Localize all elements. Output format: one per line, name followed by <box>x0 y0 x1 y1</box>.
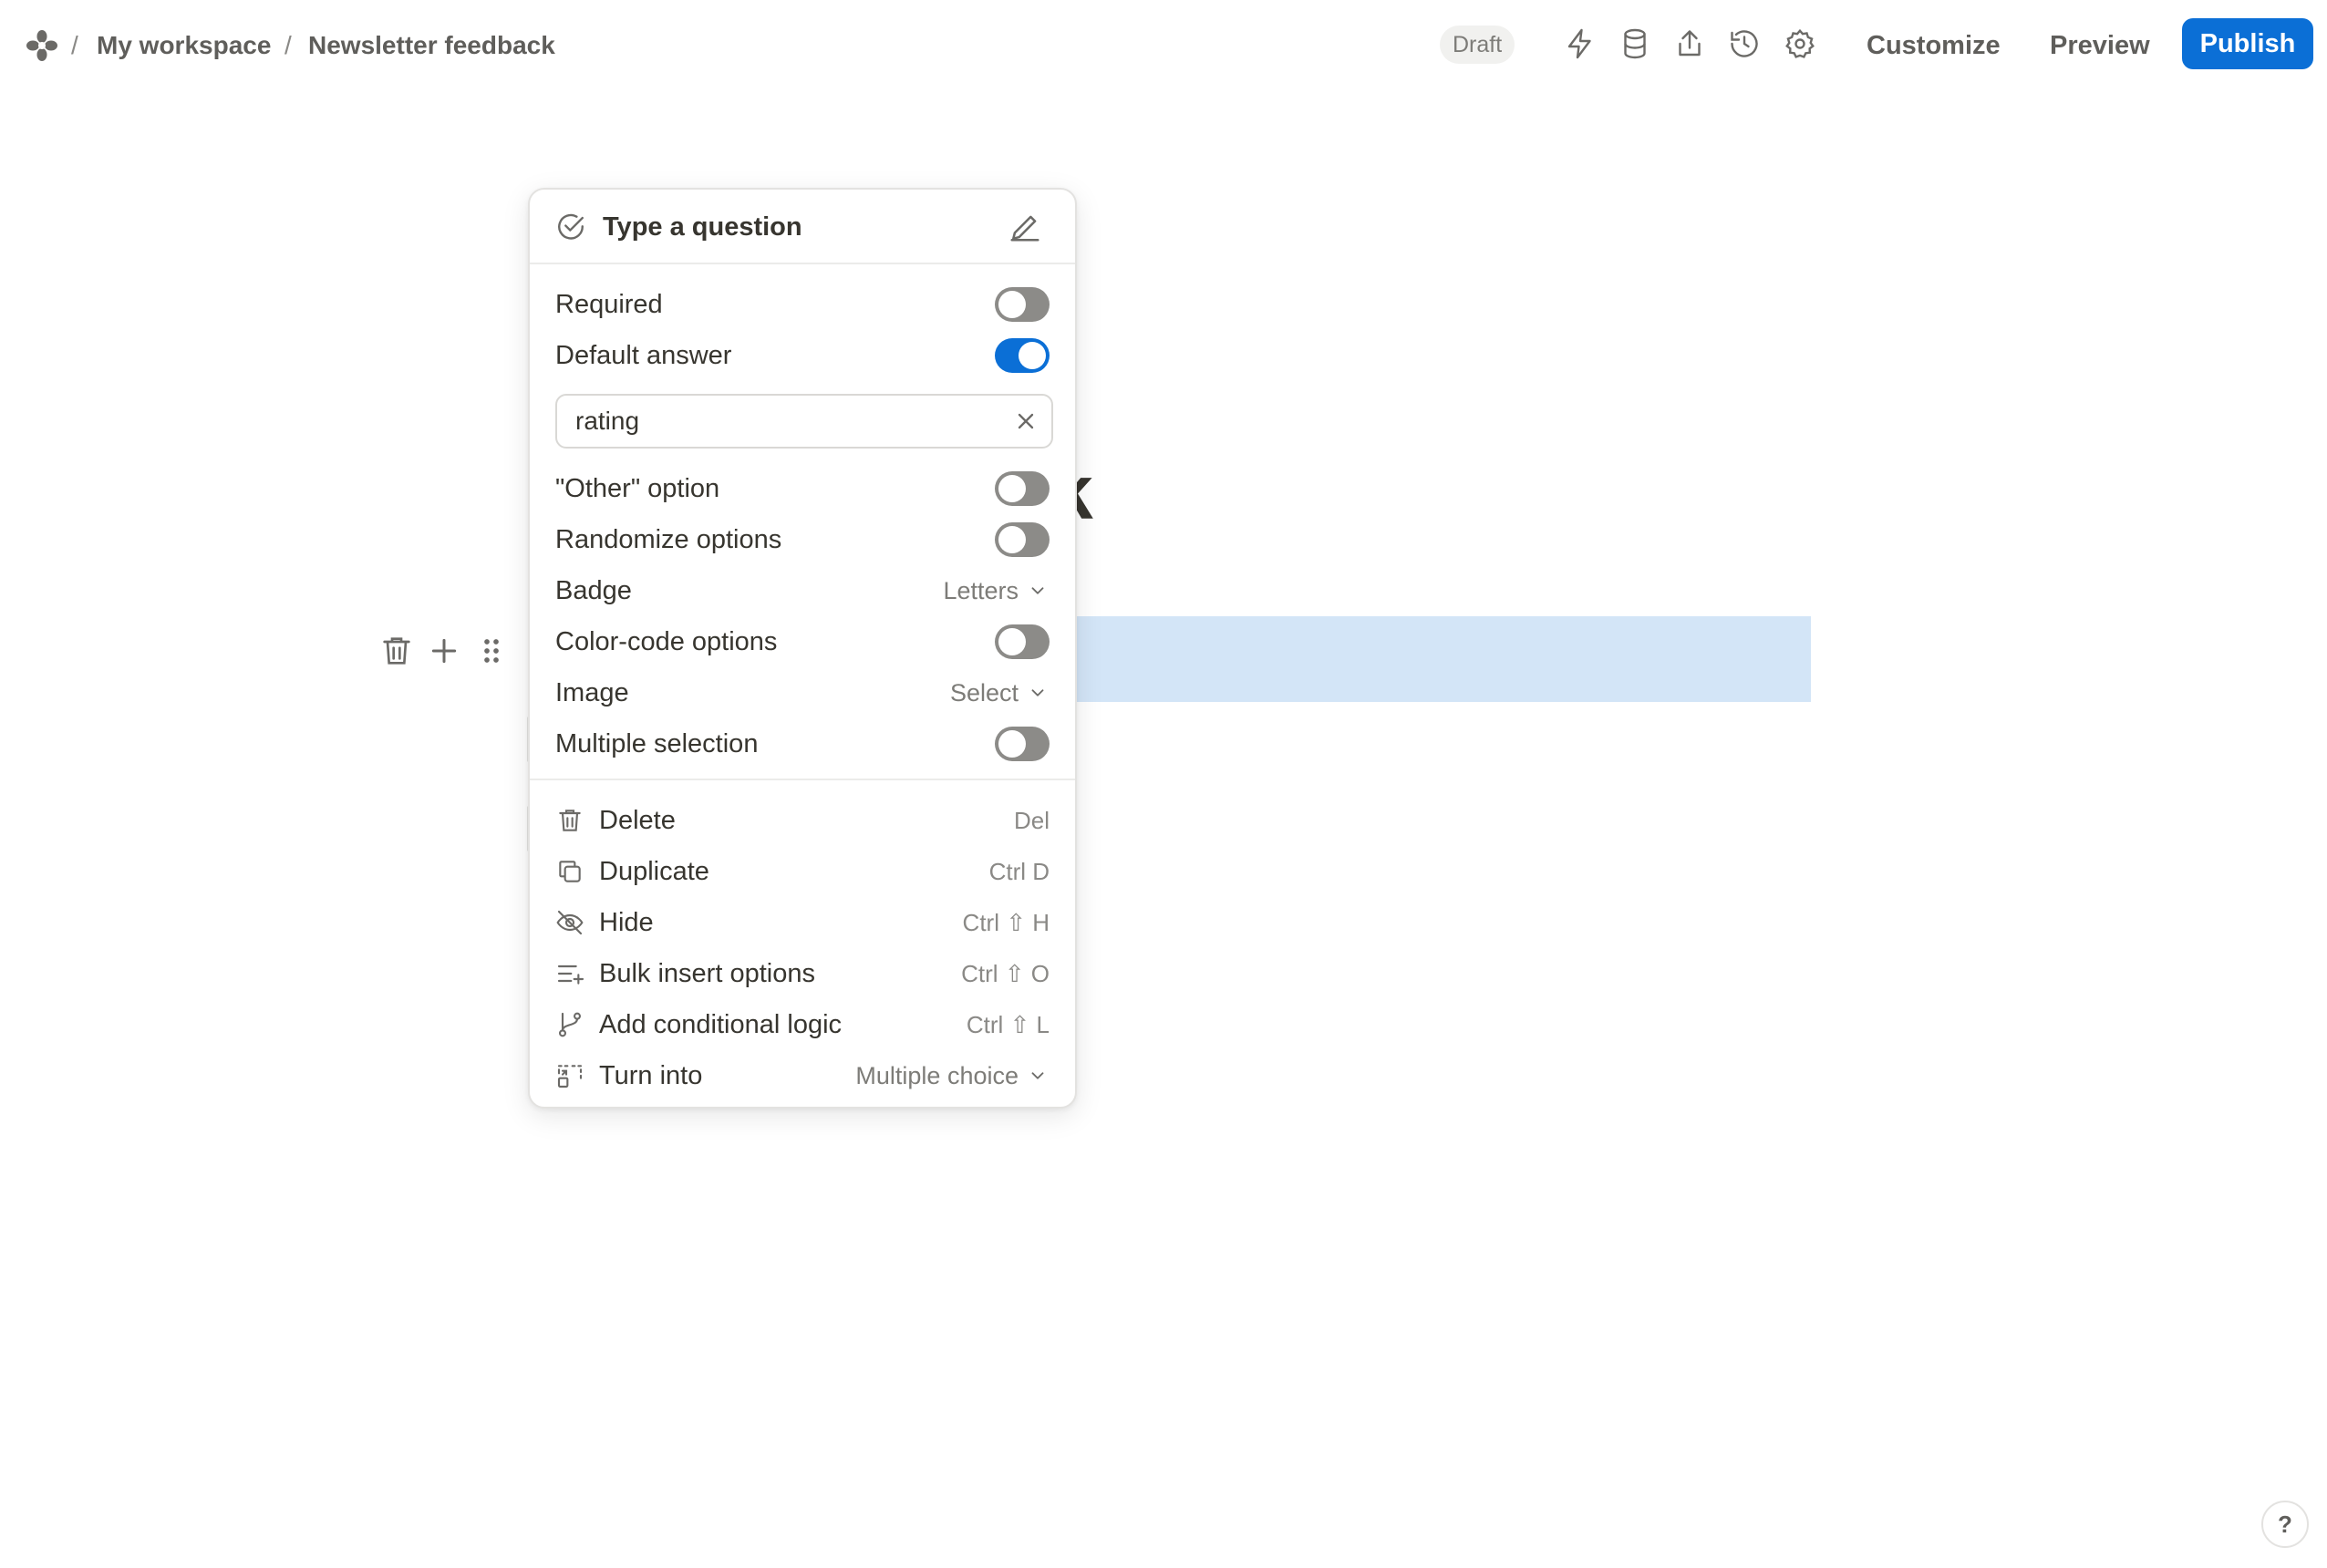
other-option-toggle[interactable] <box>995 471 1050 506</box>
action-conditional-logic[interactable]: Add conditional logic Ctrl ⇧ L <box>530 999 1075 1050</box>
setting-image[interactable]: Image Select <box>530 667 1075 718</box>
breadcrumb-separator: / <box>284 31 292 59</box>
image-dropdown[interactable]: Select <box>950 675 1048 711</box>
pencil-icon[interactable] <box>1008 210 1042 244</box>
default-answer-input[interactable]: rating <box>555 394 1053 449</box>
shortcut: Ctrl D <box>988 858 1050 885</box>
badge-value: Letters <box>943 577 1019 604</box>
question-settings-menu: Type a question Required Default answer … <box>528 188 1077 1109</box>
setting-label: Default answer <box>555 341 732 370</box>
chevron-down-icon <box>1031 1072 1044 1079</box>
branch-icon <box>555 1010 584 1039</box>
shortcut: Del <box>1013 807 1050 834</box>
share-icon[interactable] <box>1673 27 1706 60</box>
action-label: Delete <box>599 806 676 835</box>
multiple-selection-toggle[interactable] <box>995 727 1050 761</box>
action-label: Bulk insert options <box>599 959 815 988</box>
list-plus-icon <box>555 959 584 988</box>
delete-block-icon[interactable] <box>378 633 415 669</box>
history-icon[interactable] <box>1728 27 1761 60</box>
drag-handle-icon[interactable] <box>473 633 510 669</box>
selected-block-highlight[interactable] <box>1067 616 1811 702</box>
badge-dropdown[interactable]: Letters <box>943 573 1048 609</box>
color-code-options-toggle[interactable] <box>995 624 1050 659</box>
default-answer-value: rating <box>575 407 640 435</box>
setting-badge[interactable]: Badge Letters <box>530 565 1075 616</box>
setting-label: Badge <box>555 576 632 605</box>
menu-header: Type a question <box>530 190 1075 264</box>
action-duplicate[interactable]: Duplicate Ctrl D <box>530 846 1075 897</box>
preview-button[interactable]: Preview <box>2050 24 2150 67</box>
transform-icon <box>555 1061 584 1090</box>
image-value: Select <box>949 679 1019 707</box>
customize-button[interactable]: Customize <box>1867 24 2001 67</box>
action-hide[interactable]: Hide Ctrl ⇧ H <box>530 897 1075 948</box>
turn-into-value: Multiple choice <box>855 1062 1019 1089</box>
breadcrumb-form-name[interactable]: Newsletter feedback <box>308 27 555 64</box>
publish-button[interactable]: Publish <box>2182 18 2313 69</box>
status-badge: Draft <box>1440 26 1515 64</box>
gear-icon[interactable] <box>1784 27 1816 60</box>
help-button[interactable]: ? <box>2261 1501 2309 1548</box>
action-turn-into[interactable]: Turn into Multiple choice <box>530 1050 1075 1101</box>
setting-required[interactable]: Required <box>530 279 1075 330</box>
setting-label: Required <box>555 290 663 319</box>
top-bar: / My workspace / Newsletter feedback Dra… <box>0 0 2327 91</box>
chevron-down-icon <box>1031 689 1044 696</box>
check-circle-icon <box>558 213 584 240</box>
action-bulk-insert[interactable]: Bulk insert options Ctrl ⇧ O <box>530 948 1075 999</box>
duplicate-icon <box>555 857 584 886</box>
eye-off-icon <box>555 908 584 937</box>
setting-color-code-options[interactable]: Color-code options <box>530 616 1075 667</box>
setting-label: Color-code options <box>555 627 778 656</box>
chevron-down-icon <box>1031 587 1044 594</box>
breadcrumb-workspace[interactable]: My workspace <box>97 27 271 64</box>
required-toggle[interactable] <box>995 287 1050 322</box>
turn-into-dropdown[interactable]: Multiple choice <box>855 1057 1048 1094</box>
setting-label: Randomize options <box>555 525 782 554</box>
lightning-icon[interactable] <box>1564 27 1597 60</box>
close-icon[interactable] <box>1013 408 1039 434</box>
database-icon[interactable] <box>1619 27 1651 60</box>
action-label: Add conditional logic <box>599 1010 843 1039</box>
action-label: Turn into <box>599 1061 703 1090</box>
shortcut: Ctrl ⇧ L <box>966 1011 1050 1038</box>
default-answer-toggle[interactable] <box>995 338 1050 373</box>
breadcrumb-separator: / <box>71 31 78 59</box>
action-label: Hide <box>599 908 654 937</box>
action-delete[interactable]: Delete Del <box>530 795 1075 846</box>
shortcut: Ctrl ⇧ O <box>961 960 1050 987</box>
setting-randomize-options[interactable]: Randomize options <box>530 514 1075 565</box>
setting-label: Multiple selection <box>555 729 759 758</box>
shortcut: Ctrl ⇧ H <box>962 909 1050 936</box>
randomize-options-toggle[interactable] <box>995 522 1050 557</box>
setting-multiple-selection[interactable]: Multiple selection <box>530 718 1075 769</box>
trash-icon <box>555 806 584 835</box>
add-block-icon[interactable] <box>426 633 462 669</box>
setting-label: "Other" option <box>555 474 720 503</box>
menu-divider <box>530 779 1075 780</box>
app-logo-icon[interactable] <box>26 29 58 62</box>
setting-other-option[interactable]: "Other" option <box>530 463 1075 514</box>
setting-label: Image <box>555 678 629 707</box>
question-title-input[interactable]: Type a question <box>603 208 802 246</box>
setting-default-answer[interactable]: Default answer <box>530 330 1075 381</box>
action-label: Duplicate <box>599 857 709 886</box>
